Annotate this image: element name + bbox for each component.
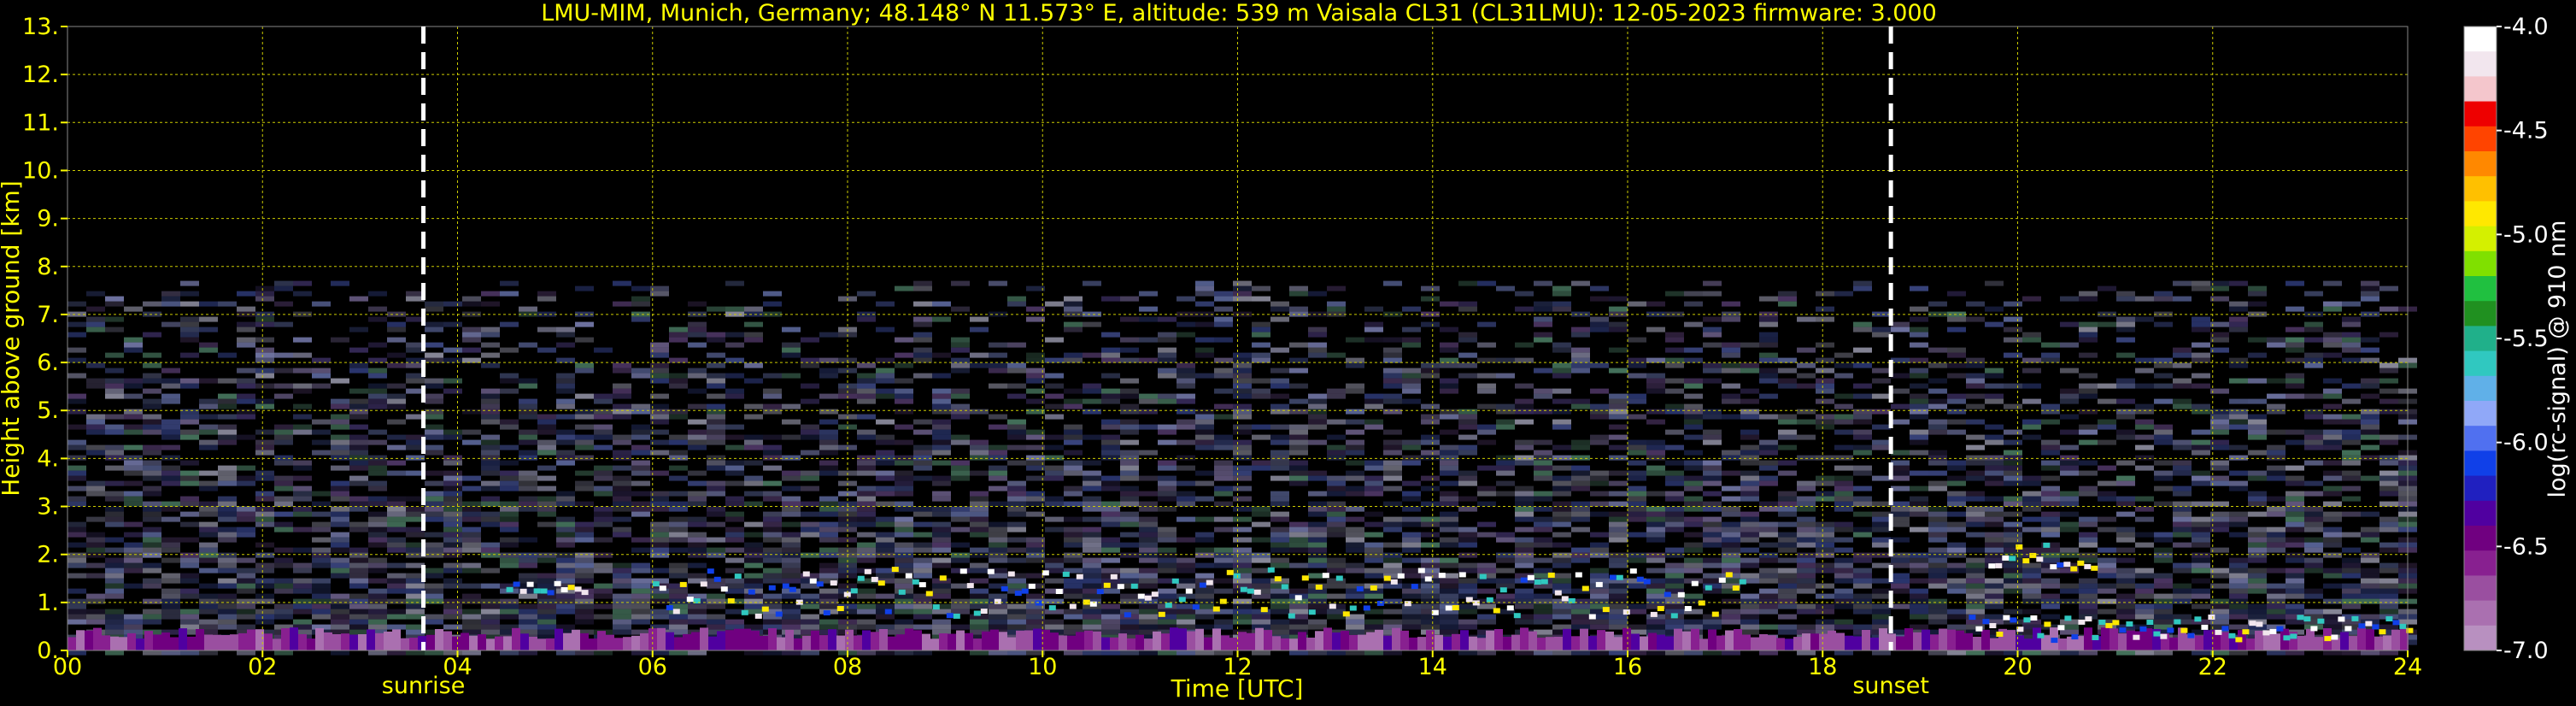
- ceilometer-chart: LMU-MIM, Munich, Germany; 48.148° N 11.5…: [0, 0, 2576, 706]
- colorbar-swatch: [2464, 176, 2497, 202]
- x-tick-label: 00: [53, 654, 82, 680]
- x-tick-label: 14: [1418, 654, 1447, 680]
- colorbar-swatch: [2464, 151, 2497, 177]
- y-tick-label: 4.: [37, 445, 59, 472]
- colorbar-swatch: [2464, 375, 2497, 402]
- y-tick-label: 2.: [37, 542, 59, 568]
- colorbar-swatch: [2464, 26, 2497, 52]
- y-tick-label: 13.: [22, 14, 59, 40]
- colorbar-swatch: [2464, 101, 2497, 127]
- colorbar-swatch: [2464, 550, 2497, 576]
- colorbar-tick-label: -4.5: [2503, 118, 2549, 144]
- x-tick-label: 02: [248, 654, 277, 680]
- y-tick-label: 8.: [37, 254, 59, 280]
- colorbar-swatch: [2464, 326, 2497, 352]
- x-tick-label: 24: [2393, 654, 2422, 680]
- y-tick-label: 3.: [37, 494, 59, 521]
- colorbar-label: log(rc-signal) @ 910 nm: [2544, 221, 2571, 498]
- y-axis-label: Height above ground [km]: [0, 180, 25, 497]
- colorbar-swatch: [2464, 526, 2497, 551]
- y-tick-label: 7.: [37, 302, 59, 328]
- y-tick-label: 12.: [22, 62, 59, 88]
- colorbar-swatch: [2464, 350, 2497, 377]
- y-tick-label: 1.: [37, 590, 59, 616]
- colorbar-tick-label: -4.0: [2503, 14, 2549, 40]
- x-tick-label: 08: [833, 654, 862, 680]
- colorbar-swatch: [2464, 76, 2497, 103]
- colorbar-swatch: [2464, 500, 2497, 527]
- y-tick-label: 9.: [37, 206, 59, 232]
- colorbar-swatch: [2464, 126, 2497, 152]
- colorbar-swatch: [2464, 625, 2497, 651]
- colorbar-tick-label: -5.0: [2503, 221, 2549, 248]
- colorbar-swatch: [2464, 450, 2497, 477]
- event-label-sunrise: sunrise: [382, 673, 466, 699]
- colorbar-tick-label: -7.0: [2503, 638, 2549, 664]
- colorbar-swatch: [2464, 276, 2497, 302]
- x-tick-label: 10: [1028, 654, 1057, 680]
- x-tick-label: 06: [638, 654, 667, 680]
- x-axis-label: Time [UTC]: [1171, 674, 1304, 703]
- y-tick-label: 5.: [37, 397, 59, 424]
- colorbar-swatch: [2464, 201, 2497, 227]
- colorbar-swatch: [2464, 600, 2497, 627]
- colorbar-swatch: [2464, 401, 2497, 427]
- colorbar-tick-label: -5.5: [2503, 326, 2549, 352]
- event-label-sunset: sunset: [1852, 673, 1929, 699]
- chart-title: LMU-MIM, Munich, Germany; 48.148° N 11.5…: [541, 0, 1937, 26]
- x-tick-label: 22: [2198, 654, 2227, 680]
- y-tick-label: 6.: [37, 350, 59, 376]
- colorbar-swatch: [2464, 51, 2497, 77]
- colorbar-swatch: [2464, 575, 2497, 602]
- colorbar-swatch: [2464, 301, 2497, 327]
- x-tick-label: 16: [1613, 654, 1642, 680]
- colorbar-swatch: [2464, 226, 2497, 252]
- colorbar-swatch: [2464, 250, 2497, 277]
- x-tick-label: 18: [1808, 654, 1837, 680]
- x-tick-label: 20: [2003, 654, 2032, 680]
- colorbar-swatch: [2464, 475, 2497, 502]
- colorbar-tick-label: -6.0: [2503, 430, 2549, 456]
- colorbar-tick-label: -6.5: [2503, 533, 2549, 560]
- y-tick-label: 11.: [22, 109, 59, 136]
- y-tick-label: 10.: [22, 157, 59, 184]
- colorbar-swatch: [2464, 426, 2497, 451]
